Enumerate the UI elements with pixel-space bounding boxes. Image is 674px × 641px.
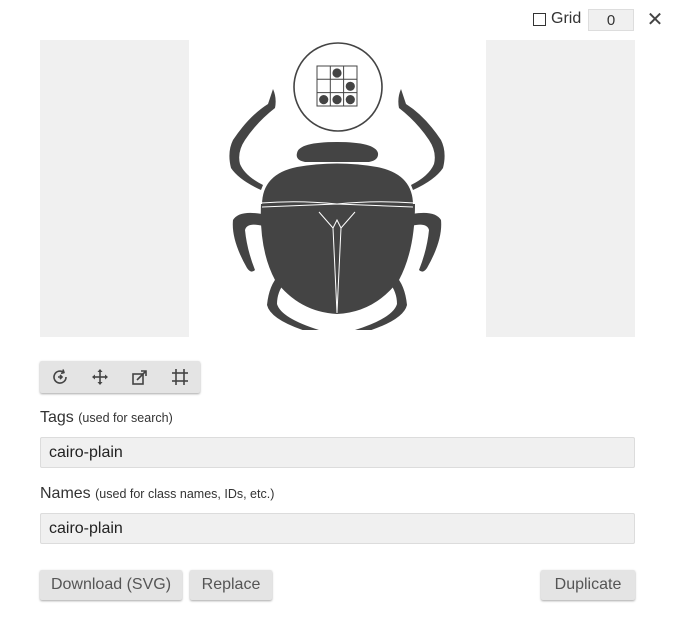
tags-label: Tags (used for search) [40,409,173,427]
transform-toolbar [40,361,200,393]
download-svg-button[interactable]: Download (SVG) [40,570,182,600]
preview-panel-left [40,40,189,337]
resize-icon [131,368,149,386]
tags-hint: (used for search) [78,411,173,425]
crop-button[interactable] [160,361,200,393]
replace-button[interactable]: Replace [190,570,272,600]
move-button[interactable] [80,361,120,393]
tags-label-text: Tags [40,409,74,426]
close-icon[interactable]: ✕ [645,9,665,31]
duplicate-button[interactable]: Duplicate [541,570,635,600]
grid-label: Grid [551,10,582,27]
tags-input[interactable] [40,437,635,468]
resize-button[interactable] [120,361,160,393]
rotate-icon [51,368,69,386]
rotate-button[interactable] [40,361,80,393]
names-input[interactable] [40,513,635,544]
icon-editor-dialog: Grid ✕ [0,0,674,641]
grid-toggle[interactable]: Grid [533,10,581,28]
names-label: Names (used for class names, IDs, etc.) [40,485,274,503]
names-label-text: Names [40,485,91,502]
glider-pattern-icon [293,42,383,132]
scarab-beetle-glyph [229,42,445,330]
names-hint: (used for class names, IDs, etc.) [95,487,275,501]
crop-grid-icon [171,368,189,386]
move-icon [91,368,109,386]
grid-size-input[interactable] [588,9,634,31]
grid-checkbox[interactable] [533,12,546,26]
preview-panel-right [486,40,635,337]
